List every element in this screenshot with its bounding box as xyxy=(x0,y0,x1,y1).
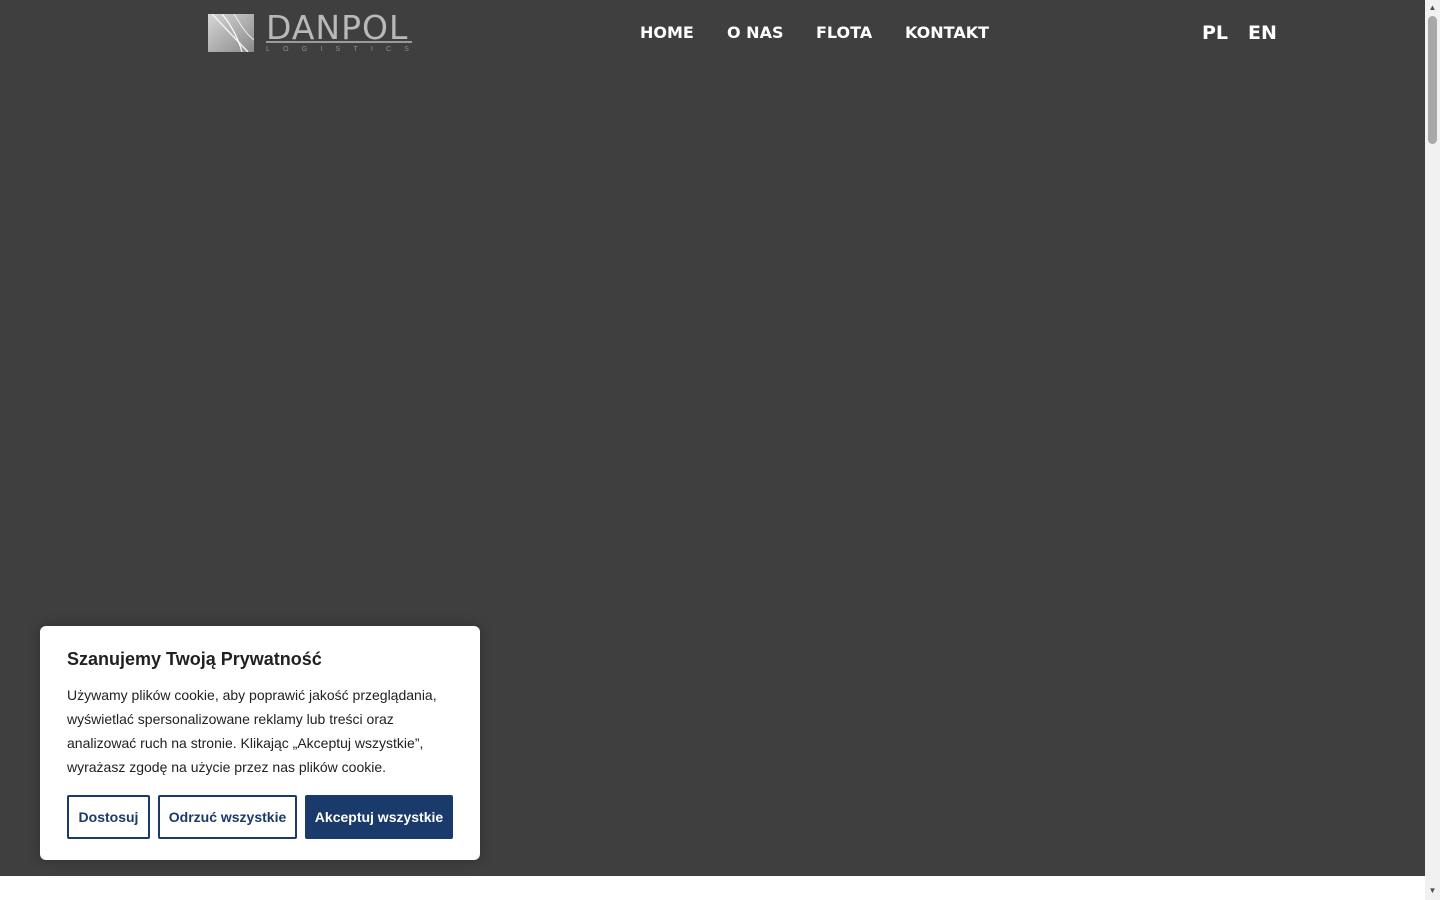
nav-item-flota[interactable]: FLOTA xyxy=(816,22,872,44)
cookie-consent-banner: Szanujemy Twoją Prywatność Używamy plikó… xyxy=(40,626,480,860)
logo-divider xyxy=(266,41,412,43)
cookie-banner-title: Szanujemy Twoją Prywatność xyxy=(67,649,322,669)
vertical-scrollbar[interactable]: ▲ ▼ xyxy=(1425,0,1440,900)
nav-item-kontakt[interactable]: KONTAKT xyxy=(905,22,989,44)
page: DANPOL LOGISTICS HOME O NAS FLOTA KONTAK… xyxy=(0,0,1425,900)
reject-all-button[interactable]: Odrzuć wszystkie xyxy=(158,795,297,839)
logo-wordmark: DANPOL xyxy=(266,8,409,47)
logo-tagline: LOGISTICS xyxy=(266,46,423,53)
site-logo[interactable]: DANPOL LOGISTICS xyxy=(208,8,423,54)
nav-item-home[interactable]: HOME xyxy=(640,22,694,44)
scrollbar-thumb[interactable] xyxy=(1428,16,1437,144)
scroll-down-arrow-icon[interactable]: ▼ xyxy=(1425,885,1440,897)
nav-item-o-nas[interactable]: O NAS xyxy=(727,22,783,44)
accept-all-button[interactable]: Akceptuj wszystkie xyxy=(305,795,453,839)
cookie-banner-text: Używamy plików cookie, aby poprawić jako… xyxy=(67,687,437,775)
customize-button[interactable]: Dostosuj xyxy=(67,795,150,839)
language-pl[interactable]: PL xyxy=(1202,21,1228,45)
scroll-up-arrow-icon[interactable]: ▲ xyxy=(1425,2,1440,14)
language-en[interactable]: EN xyxy=(1248,21,1277,45)
logo-mark-icon xyxy=(208,14,254,52)
